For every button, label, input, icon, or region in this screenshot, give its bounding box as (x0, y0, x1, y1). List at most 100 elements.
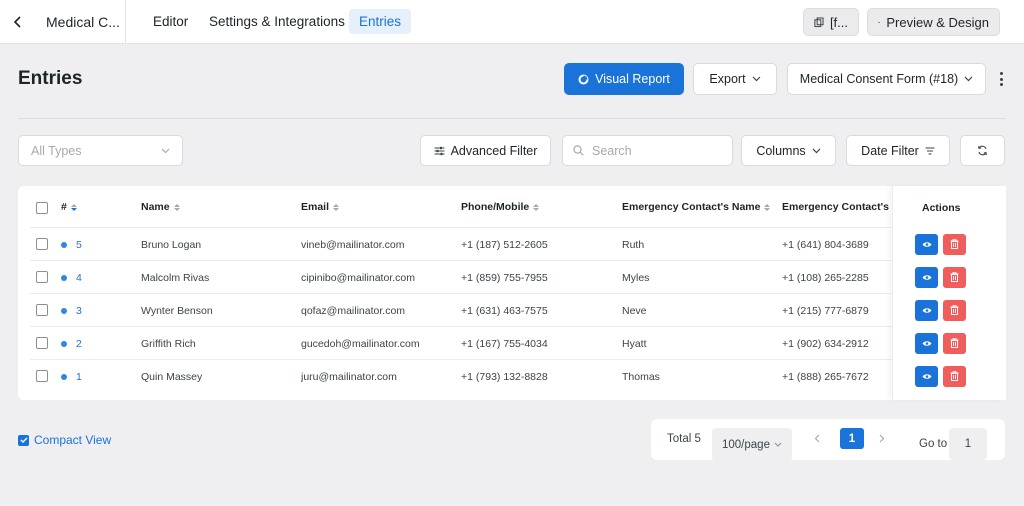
form-selector[interactable]: Medical Consent Form (#18) (787, 63, 986, 95)
column-header-name-label: Name (141, 201, 170, 213)
shortcode-button[interactable]: [f... (803, 8, 859, 36)
sort-icon[interactable] (333, 203, 340, 211)
column-header-emergency-name-label: Emergency Contact's Name (622, 201, 761, 213)
column-header-name[interactable]: Name (141, 201, 180, 213)
form-selector-label: Medical Consent Form (#18) (799, 72, 959, 86)
cell-emergency-phone: +1 (641) 804-3689 (782, 238, 869, 251)
select-all-checkbox[interactable] (36, 202, 48, 214)
trash-icon (950, 371, 959, 381)
sort-icon[interactable] (764, 203, 771, 211)
entry-id-link[interactable]: 5 (76, 239, 82, 251)
page-size-select[interactable]: 100/page (712, 428, 792, 461)
row-divider (30, 326, 985, 327)
chevron-left-icon (13, 16, 21, 28)
row-checkbox[interactable] (36, 270, 48, 283)
delete-entry-button[interactable] (943, 233, 966, 255)
cell-emergency-phone: +1 (888) 265-7672 (782, 370, 869, 383)
columns-button[interactable]: Columns (741, 135, 836, 166)
tab-editor[interactable]: Editor (143, 9, 198, 34)
trash-icon (950, 305, 959, 315)
row-checkbox[interactable] (36, 369, 48, 382)
row-checkbox[interactable] (36, 303, 48, 316)
filter-lines-icon (925, 146, 935, 155)
column-header-emergency-phone-label: Emergency Contact's P (782, 201, 899, 213)
columns-label: Columns (756, 143, 806, 158)
entry-id-link[interactable]: 1 (76, 371, 82, 383)
column-header-emergency-phone[interactable]: Emergency Contact's P (782, 201, 899, 213)
refresh-button[interactable] (960, 135, 1005, 166)
column-header-email[interactable]: Email (301, 201, 340, 213)
goto-page-input[interactable]: 1 (949, 428, 987, 460)
chevron-down-icon (774, 442, 782, 447)
form-title[interactable]: Medical C... (36, 0, 126, 44)
row-checkbox[interactable] (36, 336, 48, 349)
tab-settings-integrations[interactable]: Settings & Integrations (199, 9, 355, 34)
checkbox-checked-icon[interactable] (18, 434, 29, 446)
visual-report-button[interactable]: Visual Report (564, 63, 684, 95)
sort-icon[interactable] (533, 203, 540, 211)
view-entry-button[interactable] (915, 233, 938, 255)
column-header-phone[interactable]: Phone/Mobile (461, 201, 540, 213)
entry-id-link[interactable]: 4 (76, 272, 82, 284)
search-field[interactable] (562, 135, 733, 166)
delete-entry-button[interactable] (943, 266, 966, 288)
unread-dot-icon (61, 373, 67, 380)
view-entry-button[interactable] (915, 266, 938, 288)
delete-entry-button[interactable] (943, 332, 966, 354)
export-label: Export (709, 72, 746, 86)
row-divider (30, 359, 985, 360)
eye-icon (922, 274, 931, 280)
more-options-icon[interactable] (996, 69, 1006, 89)
delete-entry-button[interactable] (943, 299, 966, 321)
page-number-button[interactable]: 1 (840, 428, 864, 449)
chevron-down-icon (161, 148, 170, 153)
shortcode-label: [f... (829, 14, 848, 30)
cell-emergency-name: Ruth (622, 238, 645, 251)
column-header-actions-label: Actions (922, 202, 961, 214)
cell-emergency-name: Neve (622, 304, 647, 317)
entry-id-link[interactable]: 2 (76, 338, 82, 350)
cell-name: Quin Massey (141, 370, 203, 383)
row-divider (30, 260, 985, 261)
trash-icon (950, 239, 959, 249)
delete-entry-button[interactable] (943, 365, 966, 387)
cell-emergency-phone: +1 (902) 634-2912 (782, 337, 869, 350)
prev-page-button[interactable] (814, 432, 820, 446)
row-checkbox[interactable] (36, 237, 48, 250)
trash-icon (950, 338, 959, 348)
eye-icon (878, 21, 881, 23)
entry-id-link[interactable]: 3 (76, 305, 82, 317)
entry-types-placeholder: All Types (31, 143, 82, 158)
cell-emergency-phone: +1 (108) 265-2285 (782, 271, 869, 284)
next-page-button[interactable] (879, 432, 885, 446)
top-nav-bar: Medical C... Editor Settings & Integrati… (0, 0, 1024, 44)
chevron-down-icon (964, 76, 973, 82)
cell-email: juru@mailinator.com (301, 370, 397, 383)
search-input[interactable] (592, 143, 722, 158)
export-button[interactable]: Export (693, 63, 777, 95)
entry-types-select[interactable]: All Types (18, 135, 183, 166)
compact-view-toggle[interactable]: Compact View (18, 433, 111, 447)
column-header-emergency-name[interactable]: Emergency Contact's Name (622, 201, 771, 213)
sort-icon[interactable] (70, 203, 77, 211)
row-divider (30, 293, 985, 294)
preview-design-label: Preview & Design (886, 14, 989, 30)
column-header-id[interactable]: # (61, 201, 77, 213)
date-filter-button[interactable]: Date Filter (846, 135, 950, 166)
sort-icon[interactable] (173, 203, 180, 211)
view-entry-button[interactable] (915, 299, 938, 321)
page-title: Entries (18, 68, 83, 89)
view-entry-button[interactable] (915, 332, 938, 354)
chevron-right-icon (879, 434, 885, 443)
date-filter-label: Date Filter (861, 143, 919, 158)
advanced-filter-button[interactable]: Advanced Filter (420, 135, 551, 166)
back-button[interactable] (0, 0, 36, 44)
eye-icon (922, 241, 931, 247)
tab-entries[interactable]: Entries (349, 9, 412, 34)
trash-icon (950, 272, 959, 282)
cell-phone: +1 (631) 463-7575 (461, 304, 548, 317)
preview-design-button[interactable]: Preview & Design (867, 8, 1000, 36)
cell-name: Malcolm Rivas (141, 271, 210, 284)
cell-emergency-name: Hyatt (622, 337, 647, 350)
view-entry-button[interactable] (915, 365, 938, 387)
